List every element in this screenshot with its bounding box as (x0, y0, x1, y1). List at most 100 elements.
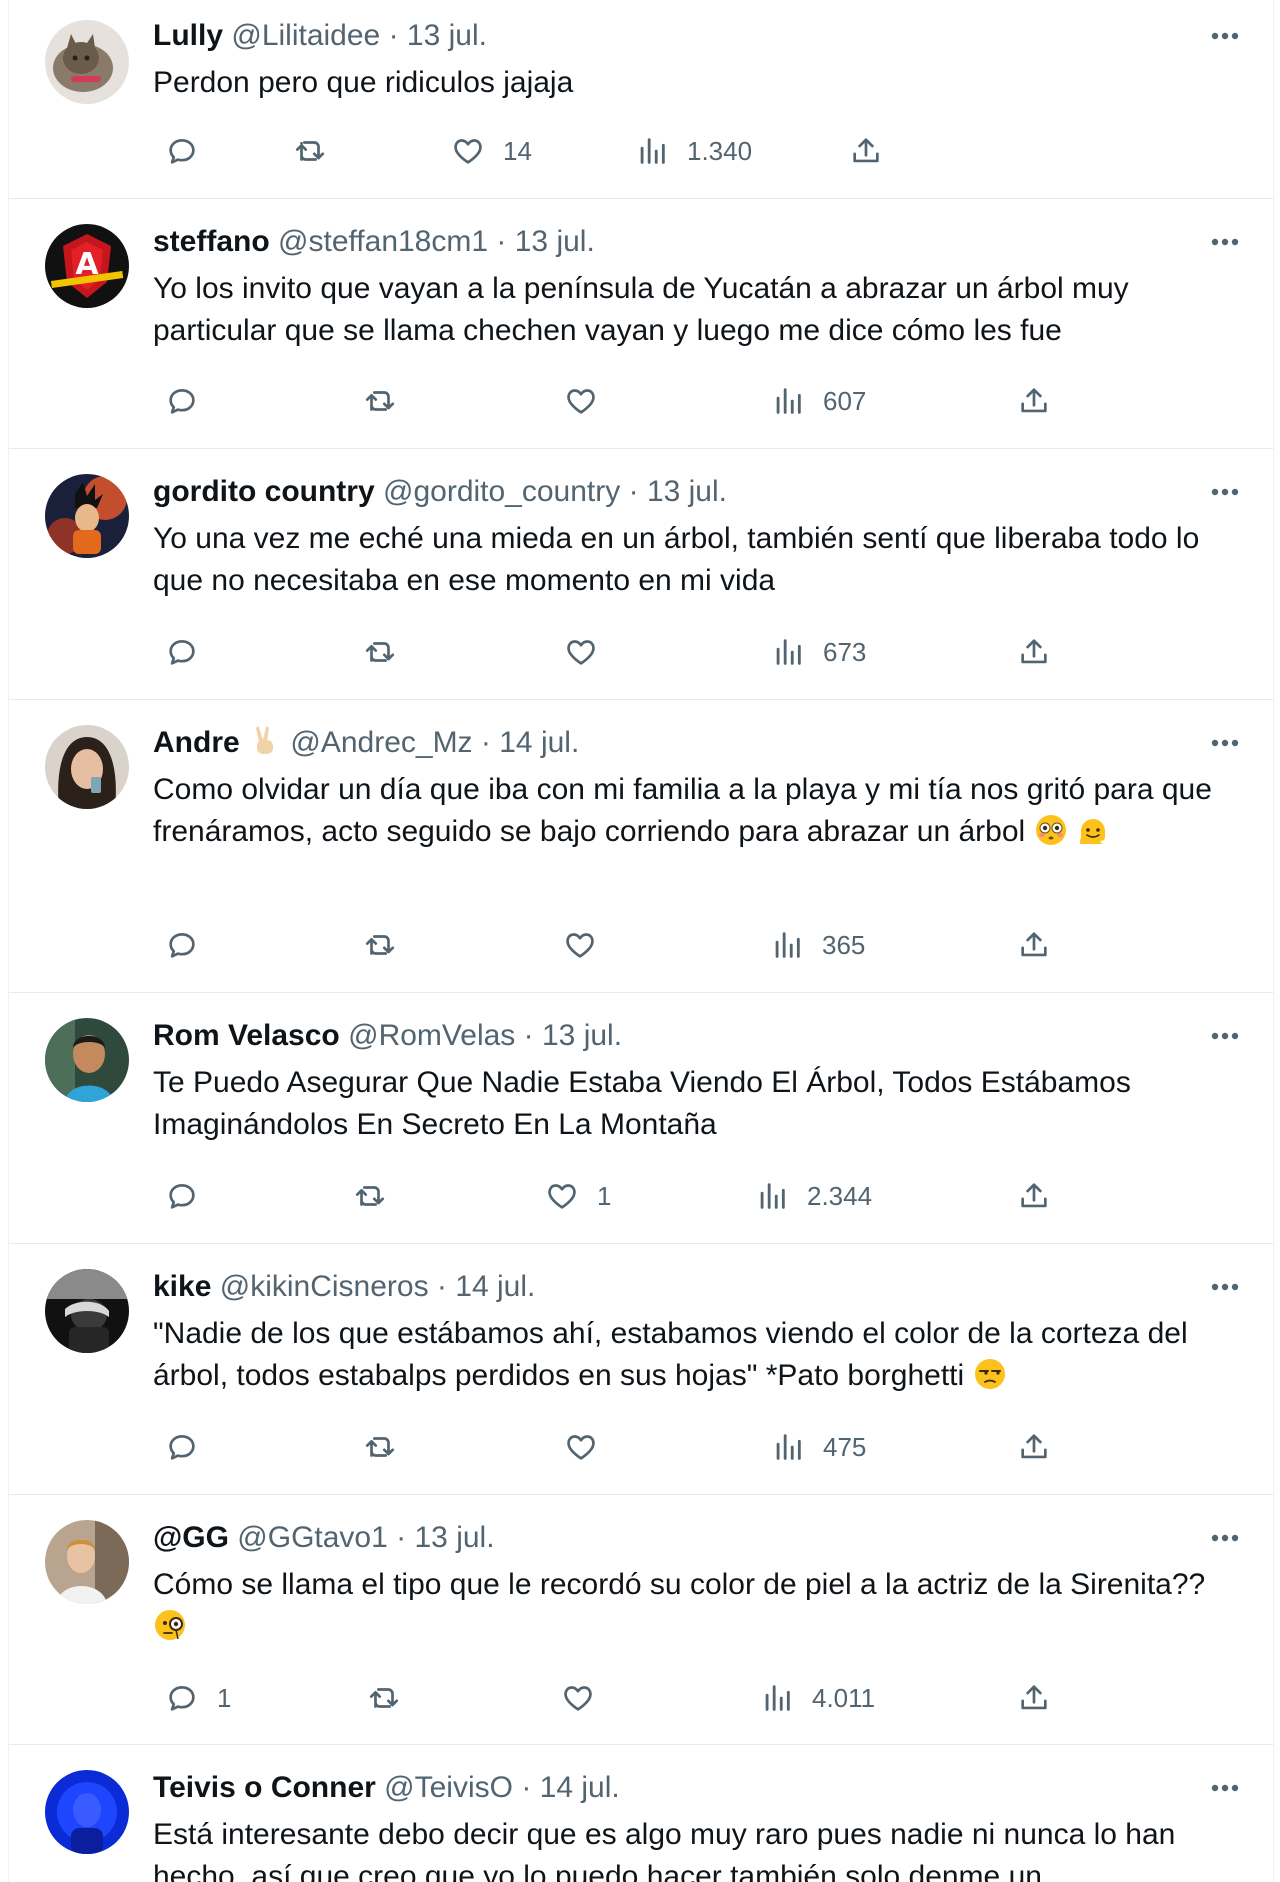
tweet-date[interactable]: 13 jul. (542, 1019, 622, 1052)
views-count: 1.340 (687, 135, 753, 166)
like-button[interactable] (564, 1425, 616, 1469)
retweet-icon (369, 1688, 399, 1708)
reply-button[interactable]: 1 (165, 1676, 231, 1720)
more-options-button[interactable] (1205, 1275, 1245, 1299)
more-options-button[interactable] (1205, 1526, 1245, 1550)
share-button[interactable] (1017, 1425, 1051, 1469)
like-button[interactable] (564, 630, 616, 674)
user-handle[interactable]: @kikinCisneros (220, 1270, 429, 1303)
display-name[interactable]: kike (153, 1270, 211, 1303)
tweet-actions: 607 (153, 379, 1093, 423)
separator: · (496, 225, 507, 258)
views-button[interactable]: 673 (771, 630, 866, 674)
retweet-button[interactable] (363, 630, 415, 674)
tweet-lully[interactable]: Lully @Lilitaidee · 13 jul. Perdon pero … (9, 0, 1273, 199)
more-options-button[interactable] (1205, 731, 1245, 755)
avatar[interactable] (45, 725, 129, 809)
reply-button[interactable] (165, 630, 217, 674)
views-button[interactable]: 607 (771, 379, 866, 423)
tweet-date[interactable]: 13 jul. (414, 1521, 494, 1554)
views-button[interactable]: 1.340 (635, 129, 752, 173)
retweet-button[interactable] (363, 379, 415, 423)
display-name[interactable]: steffano (153, 225, 270, 258)
tweet-date[interactable]: 13 jul. (407, 19, 487, 52)
tweet-date[interactable]: 14 jul. (455, 1270, 535, 1303)
retweet-button[interactable] (367, 1676, 419, 1720)
tweet-gg[interactable]: @GG @GGtavo1 · 13 jul. Cómo se llama el … (9, 1494, 1273, 1745)
more-icon (1211, 32, 1239, 40)
display-name[interactable]: Andre (153, 726, 240, 759)
user-handle[interactable]: @Andrec_Mz (290, 726, 472, 759)
more-options-button[interactable] (1205, 1024, 1245, 1048)
tweet-kike[interactable]: kike @kikinCisneros · 14 jul. "Nadie de … (9, 1243, 1273, 1495)
views-count: 673 (823, 636, 867, 667)
reply-button[interactable] (165, 379, 217, 423)
views-button[interactable]: 2.344 (755, 1174, 872, 1218)
reply-button[interactable] (165, 129, 217, 173)
user-handle[interactable]: @RomVelas (348, 1019, 515, 1052)
views-count: 4.011 (812, 1682, 876, 1713)
tweet-text-content: Te Puedo Asegurar Que Nadie Estaba Viend… (153, 1066, 1131, 1141)
avatar[interactable] (45, 1018, 129, 1102)
views-count: 2.344 (807, 1180, 873, 1211)
retweet-button[interactable] (363, 923, 415, 967)
tweet-andre[interactable]: Andre @Andrec_Mz · 14 jul. Como olvidar … (9, 699, 1273, 993)
display-name[interactable]: Teivis o Conner (153, 1771, 376, 1804)
views-button[interactable]: 365 (770, 923, 865, 967)
more-options-button[interactable] (1205, 230, 1245, 254)
like-button[interactable] (561, 1676, 613, 1720)
share-button[interactable] (1017, 1676, 1051, 1720)
views-icon (775, 932, 800, 958)
display-name[interactable]: @GG (153, 1521, 229, 1554)
reply-button[interactable] (165, 1425, 217, 1469)
like-button[interactable]: 1 (545, 1174, 611, 1218)
face-with-monocle-emoji (153, 1608, 187, 1642)
tweet-header: kike @kikinCisneros · 14 jul. (153, 1267, 535, 1307)
tweet-date[interactable]: 13 jul. (515, 225, 595, 258)
separator: · (388, 19, 399, 52)
retweet-button[interactable] (363, 1425, 415, 1469)
tweet-date[interactable]: 14 jul. (499, 726, 579, 759)
like-button[interactable] (564, 379, 616, 423)
avatar[interactable] (45, 1269, 129, 1353)
views-count: 607 (823, 385, 867, 416)
tweet-rom-velasco[interactable]: Rom Velasco @RomVelas · 13 jul. Te Puedo… (9, 992, 1273, 1244)
avatar[interactable] (45, 20, 129, 104)
share-button[interactable] (1017, 1174, 1051, 1218)
reply-icon (169, 1686, 195, 1711)
views-button[interactable]: 475 (771, 1425, 866, 1469)
display-name[interactable]: Lully (153, 19, 223, 52)
separator: · (480, 726, 491, 759)
share-button[interactable] (1017, 630, 1051, 674)
avatar[interactable]: A (45, 224, 129, 308)
more-options-button[interactable] (1205, 1776, 1245, 1800)
share-button[interactable] (849, 129, 883, 173)
user-handle[interactable]: @TeivisO (384, 1771, 513, 1804)
share-button[interactable] (1017, 923, 1051, 967)
display-name[interactable]: gordito country (153, 475, 375, 508)
display-name[interactable]: Rom Velasco (153, 1019, 340, 1052)
avatar[interactable] (45, 1770, 129, 1854)
avatar[interactable] (45, 474, 129, 558)
tweet-date[interactable]: 13 jul. (647, 475, 727, 508)
views-button[interactable]: 4.011 (760, 1676, 875, 1720)
reply-button[interactable] (165, 923, 217, 967)
like-button[interactable] (563, 923, 615, 967)
reply-button[interactable] (165, 1174, 217, 1218)
more-options-button[interactable] (1205, 24, 1245, 48)
tweet-text-content: Yo una vez me eché una mieda en un árbol… (153, 522, 1200, 597)
user-handle[interactable]: @gordito_country (383, 475, 620, 508)
like-button[interactable]: 14 (451, 129, 532, 173)
tweet-gordito-country[interactable]: gordito country @gordito_country · 13 ju… (9, 448, 1273, 700)
user-handle[interactable]: @Lilitaidee (231, 19, 380, 52)
retweet-button[interactable] (353, 1174, 405, 1218)
more-options-button[interactable] (1205, 480, 1245, 504)
avatar[interactable] (45, 1520, 129, 1604)
share-button[interactable] (1017, 379, 1051, 423)
tweet-steffano[interactable]: A steffano @steffan18cm1 · 13 jul. Yo lo… (9, 198, 1273, 449)
user-handle[interactable]: @GGtavo1 (237, 1521, 388, 1554)
user-handle[interactable]: @steffan18cm1 (278, 225, 488, 258)
tweet-date[interactable]: 14 jul. (540, 1771, 620, 1804)
retweet-button[interactable] (293, 129, 345, 173)
tweet-teivis-o-conner[interactable]: Teivis o Conner @TeivisO · 14 jul. Está … (9, 1744, 1273, 1882)
